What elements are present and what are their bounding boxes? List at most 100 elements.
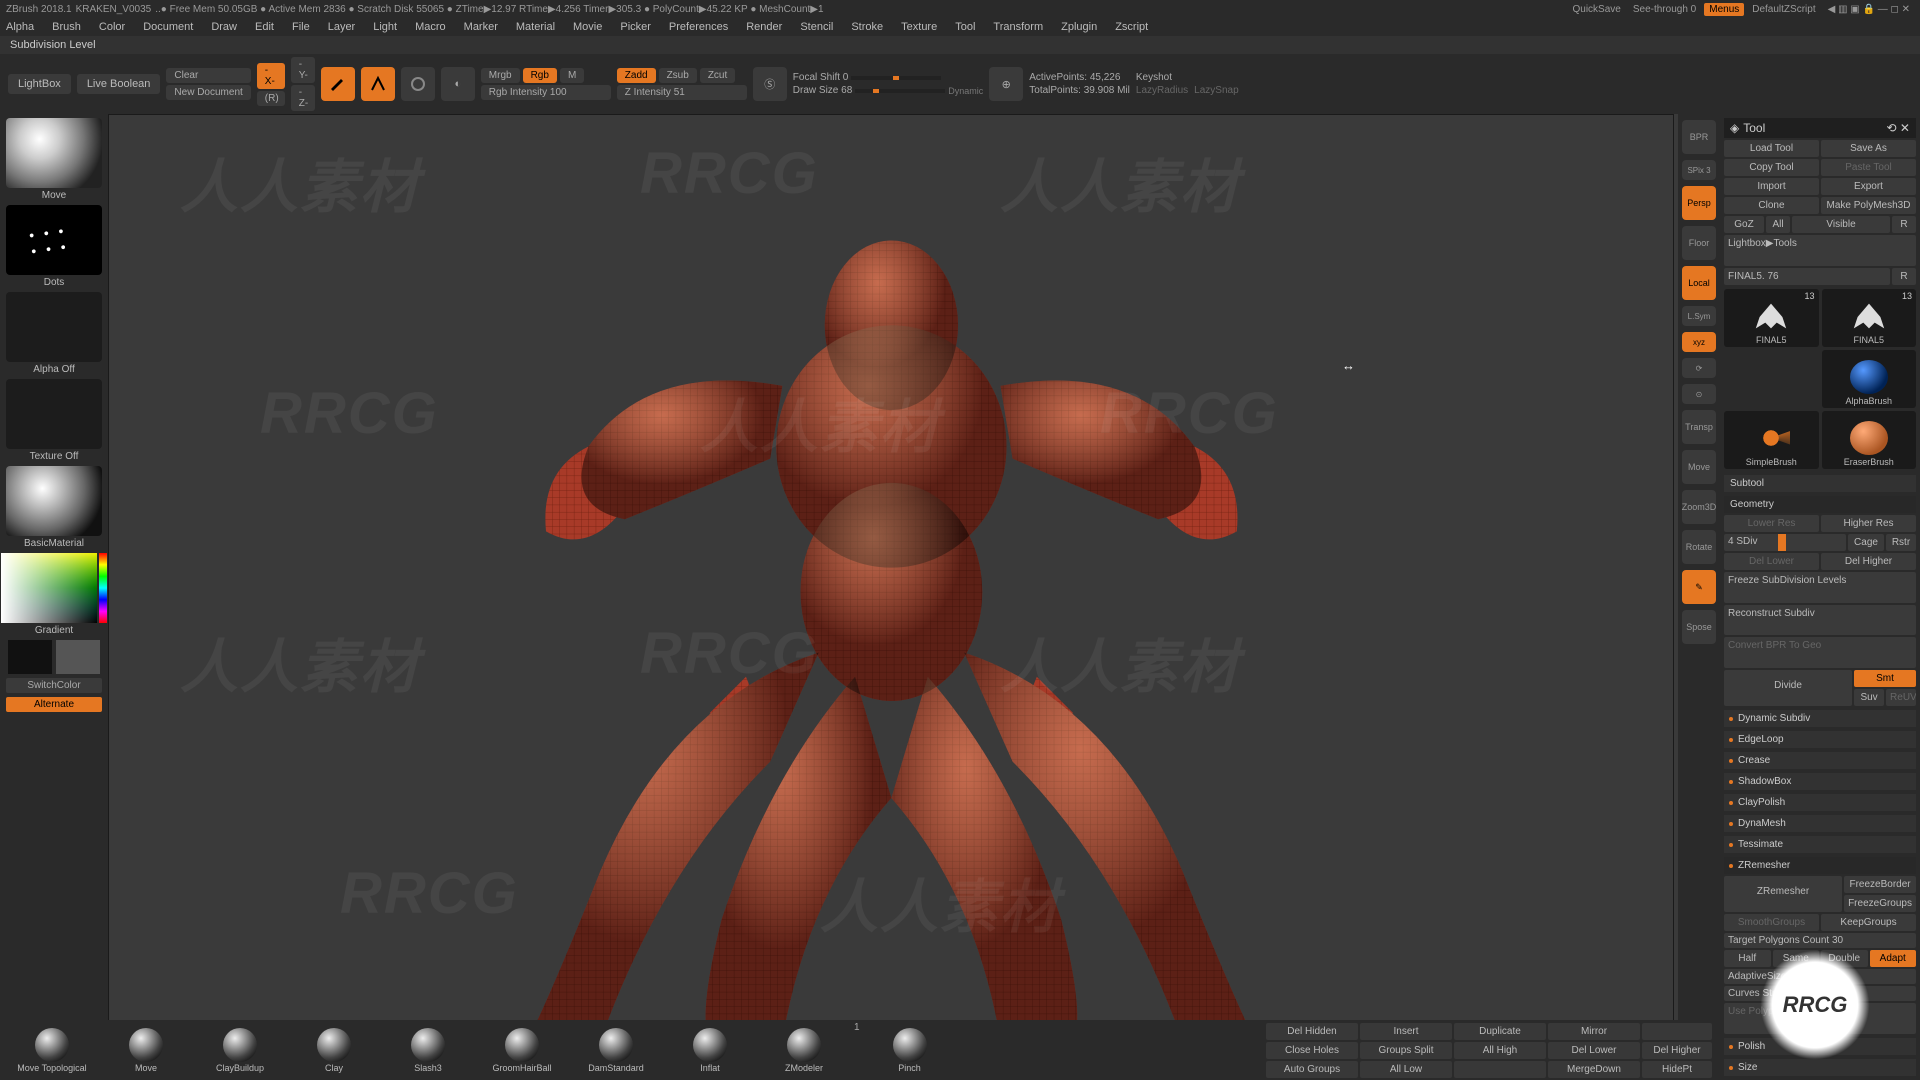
alternate-button[interactable]: Alternate <box>6 697 102 712</box>
brush-zmodeler[interactable]: ZModeler <box>760 1028 848 1073</box>
tool-name[interactable]: FINAL5. 76 <box>1724 268 1890 285</box>
menu-layer[interactable]: Layer <box>328 21 356 33</box>
reconstruct-subdiv[interactable]: Reconstruct Subdiv <box>1724 605 1916 636</box>
brush-clay[interactable]: Clay <box>290 1028 378 1073</box>
thumb-eraser[interactable]: EraserBrush <box>1822 411 1917 469</box>
rstr[interactable]: Rstr <box>1886 534 1916 551</box>
zadd-button[interactable]: Zadd <box>617 68 656 83</box>
all-low[interactable]: All Low <box>1360 1061 1452 1078</box>
brush-damstandard[interactable]: DamStandard <box>572 1028 660 1073</box>
freeze-border[interactable]: FreezeBorder <box>1844 876 1916 893</box>
keyshot-label[interactable]: Keyshot <box>1136 72 1239 83</box>
rgb-intensity[interactable]: Rgb Intensity 100 <box>481 85 611 100</box>
gizmo-nav[interactable]: ✎ <box>1682 570 1716 604</box>
suv[interactable]: Suv <box>1854 689 1884 706</box>
zremesher-sect[interactable]: ZRemesher <box>1724 857 1916 874</box>
menu-edit[interactable]: Edit <box>255 21 274 33</box>
curve-icon[interactable]: Ⓢ <box>753 67 787 101</box>
higher-res[interactable]: Higher Res <box>1821 515 1916 532</box>
copy-tool[interactable]: Copy Tool <box>1724 159 1819 176</box>
bpr-button[interactable]: BPR <box>1682 120 1716 154</box>
menu-preferences[interactable]: Preferences <box>669 21 728 33</box>
load-tool[interactable]: Load Tool <box>1724 140 1819 157</box>
xyz-button[interactable]: xyz <box>1682 332 1716 352</box>
menu-movie[interactable]: Movie <box>573 21 602 33</box>
lsym-button[interactable]: L.Sym <box>1682 306 1716 326</box>
subtool-section[interactable]: Subtool <box>1724 475 1916 492</box>
freeze-subdiv[interactable]: Freeze SubDivision Levels <box>1724 572 1916 603</box>
menu-draw[interactable]: Draw <box>211 21 237 33</box>
scale-icon[interactable]: ◐ <box>441 67 475 101</box>
quicksave-button[interactable]: QuickSave <box>1568 3 1624 16</box>
tool-r[interactable]: R <box>1892 268 1916 285</box>
close-holes[interactable]: Close Holes <box>1266 1042 1358 1059</box>
rgb-button[interactable]: Rgb <box>523 68 557 83</box>
geometry-section[interactable]: Geometry <box>1724 496 1916 513</box>
reuv[interactable]: ReUV <box>1886 689 1916 706</box>
dynamic-label[interactable]: Dynamic <box>948 86 983 96</box>
edgeloop[interactable]: EdgeLoop <box>1724 731 1916 748</box>
goz[interactable]: GoZ <box>1724 216 1764 233</box>
focal-shift-label[interactable]: Focal Shift 0 <box>793 72 849 83</box>
alpha-swatch[interactable] <box>6 292 102 362</box>
frame-icon[interactable]: ⟳ <box>1682 358 1716 378</box>
liveboolean-button[interactable]: Live Boolean <box>77 74 161 94</box>
gizmo-icon[interactable]: ⊕ <box>989 67 1023 101</box>
mergedown[interactable]: MergeDown <box>1548 1061 1640 1078</box>
draw-icon[interactable] <box>361 67 395 101</box>
dynamic-subdiv[interactable]: Dynamic Subdiv <box>1724 710 1916 727</box>
brush-claybuildup[interactable]: ClayBuildup <box>196 1028 284 1073</box>
move-nav[interactable]: Move <box>1682 450 1716 484</box>
del-higher[interactable]: Del Higher <box>1821 553 1916 570</box>
zsub-button[interactable]: Zsub <box>659 68 697 83</box>
duplicate[interactable]: Duplicate <box>1454 1023 1546 1040</box>
shadowbox[interactable]: ShadowBox <box>1724 773 1916 790</box>
lightbox-tools[interactable]: Lightbox▶Tools <box>1724 235 1916 266</box>
clone[interactable]: Clone <box>1724 197 1819 214</box>
clear-button[interactable]: Clear <box>166 68 250 83</box>
hidept[interactable]: HidePt <box>1642 1061 1712 1078</box>
thumb-final5-a[interactable]: 13FINAL5 <box>1724 289 1819 347</box>
adapt[interactable]: Adapt <box>1870 950 1917 967</box>
cage[interactable]: Cage <box>1848 534 1884 551</box>
brush-pinch[interactable]: Pinch <box>866 1028 954 1073</box>
menu-transform[interactable]: Transform <box>993 21 1043 33</box>
lazysnap[interactable]: LazySnap <box>1194 85 1238 96</box>
mrgb-button[interactable]: Mrgb <box>481 68 520 83</box>
floor-button[interactable]: Floor <box>1682 226 1716 260</box>
menu-picker[interactable]: Picker <box>620 21 651 33</box>
export[interactable]: Export <box>1821 178 1916 195</box>
insert[interactable]: Insert <box>1360 1023 1452 1040</box>
texture-swatch[interactable] <box>6 379 102 449</box>
axis-r[interactable]: (R) <box>257 91 285 106</box>
del-hidden[interactable]: Del Hidden <box>1266 1023 1358 1040</box>
half[interactable]: Half <box>1724 950 1771 967</box>
menu-render[interactable]: Render <box>746 21 782 33</box>
brush-inflat[interactable]: Inflat <box>666 1028 754 1073</box>
menu-marker[interactable]: Marker <box>464 21 498 33</box>
sdiv-slider[interactable]: 4 SDiv <box>1724 534 1846 551</box>
menu-color[interactable]: Color <box>99 21 125 33</box>
local-button[interactable]: Local <box>1682 266 1716 300</box>
menu-tool[interactable]: Tool <box>955 21 975 33</box>
menu-macro[interactable]: Macro <box>415 21 446 33</box>
tool-header[interactable]: ◈Tool⟲ ✕ <box>1724 118 1916 138</box>
menu-file[interactable]: File <box>292 21 310 33</box>
save-as[interactable]: Save As <box>1821 140 1916 157</box>
menu-alpha[interactable]: Alpha <box>6 21 34 33</box>
menu-zplugin[interactable]: Zplugin <box>1061 21 1097 33</box>
fit-icon[interactable]: ⊙ <box>1682 384 1716 404</box>
goz-all[interactable]: All <box>1766 216 1790 233</box>
del-lower[interactable]: Del Lower <box>1724 553 1819 570</box>
stroke-swatch[interactable] <box>6 205 102 275</box>
smt[interactable]: Smt <box>1854 670 1916 687</box>
move-icon[interactable] <box>401 67 435 101</box>
menu-zscript[interactable]: Zscript <box>1115 21 1148 33</box>
brush-slash3[interactable]: Slash3 <box>384 1028 472 1073</box>
all-high[interactable]: All High <box>1454 1042 1546 1059</box>
axis-x[interactable]: -X- <box>257 63 285 89</box>
crease[interactable]: Crease <box>1724 752 1916 769</box>
smooth-groups[interactable]: SmoothGroups <box>1724 914 1819 931</box>
lightbox-button[interactable]: LightBox <box>8 74 71 94</box>
mirror[interactable]: Mirror <box>1548 1023 1640 1040</box>
